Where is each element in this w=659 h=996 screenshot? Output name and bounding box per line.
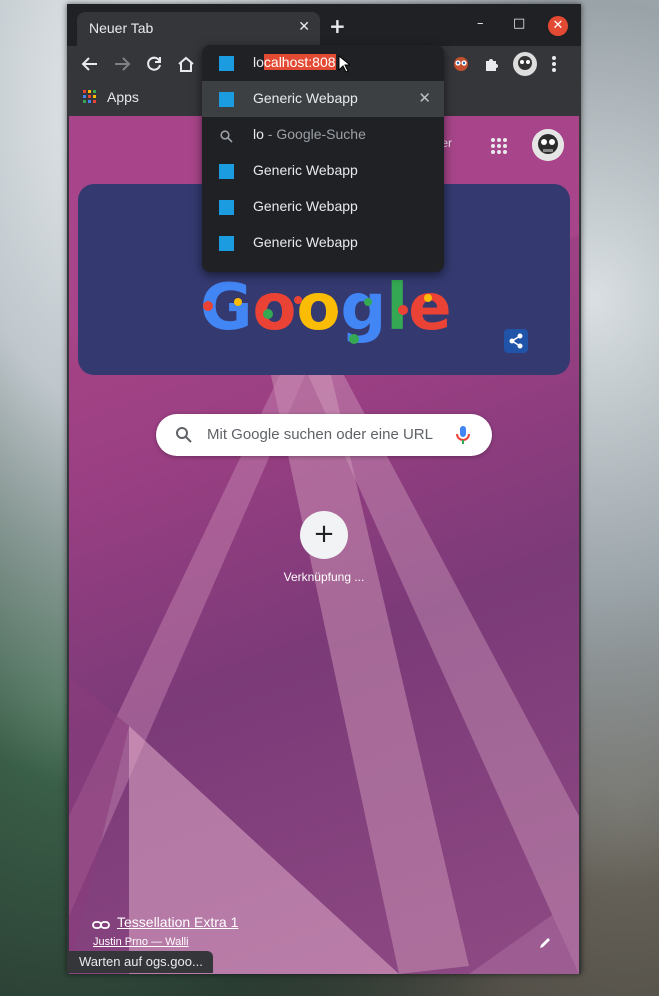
maximize-button[interactable]: □ — [513, 16, 525, 31]
menu-kebab-icon[interactable] — [551, 55, 557, 78]
account-avatar[interactable] — [532, 129, 564, 161]
background-credit-link[interactable]: Justin Prno — Walli — [93, 936, 189, 948]
link-icon — [92, 916, 110, 935]
site-favicon-icon — [219, 92, 234, 107]
suggestion-item[interactable]: Generic Webapp — [202, 225, 444, 261]
extensions-puzzle-icon[interactable] — [483, 55, 501, 78]
omnibox-dropdown: localhost:808 Generic Webapp ✕ lo - Goog… — [202, 45, 444, 272]
voice-search-icon[interactable] — [456, 425, 470, 449]
site-favicon-icon — [219, 56, 234, 71]
suggestion-item[interactable]: Generic Webapp — [202, 189, 444, 225]
remove-suggestion-icon[interactable]: ✕ — [418, 89, 431, 107]
profile-avatar-icon[interactable] — [513, 52, 537, 81]
suggestion-title: Generic Webapp — [253, 162, 358, 178]
suggestion-title: Generic Webapp — [253, 234, 358, 250]
forward-icon[interactable] — [113, 55, 131, 78]
site-favicon-icon — [219, 200, 234, 215]
reload-icon[interactable] — [145, 55, 163, 78]
google-apps-icon[interactable] — [491, 138, 507, 154]
apps-bookmark[interactable]: Apps — [107, 89, 139, 105]
ntp-search-box[interactable]: Mit Google suchen oder eine URL — [156, 414, 492, 456]
suggestion-title: lo - Google-Suche — [253, 126, 366, 142]
extension-owl-icon[interactable] — [451, 54, 471, 79]
search-icon — [220, 128, 233, 147]
site-favicon-icon — [219, 236, 234, 251]
back-icon[interactable] — [81, 55, 99, 78]
suggestion-item[interactable]: lo - Google-Suche — [202, 117, 444, 153]
suggestion-item[interactable]: Generic Webapp ✕ — [202, 81, 444, 117]
new-tab-button[interactable]: + — [329, 14, 346, 38]
omnibox-input-row[interactable]: localhost:808 — [202, 45, 444, 81]
search-placeholder: Mit Google suchen oder eine URL — [207, 426, 433, 443]
mouse-cursor-icon — [338, 54, 352, 77]
status-bubble: Warten auf ogs.goo... — [69, 951, 213, 973]
omnibox-input[interactable]: localhost:808 — [253, 54, 336, 70]
svg-text:Google: Google — [200, 271, 452, 345]
apps-grid-icon[interactable] — [83, 90, 96, 103]
customize-pencil-icon[interactable] — [538, 935, 552, 954]
tab-new-tab[interactable]: Neuer Tab ✕ — [77, 12, 320, 46]
suggestion-title: Generic Webapp — [253, 198, 358, 214]
plus-icon: + — [313, 519, 335, 549]
suggestion-item[interactable]: Generic Webapp — [202, 153, 444, 189]
site-favicon-icon — [219, 164, 234, 179]
home-icon[interactable] — [177, 55, 195, 78]
tab-strip: Neuer Tab ✕ + – □ ✕ — [67, 4, 581, 46]
share-icon[interactable] — [504, 329, 528, 353]
browser-window: Neuer Tab ✕ + – □ ✕ Apps Google Mit Goog… — [67, 4, 581, 974]
search-icon — [175, 426, 193, 448]
background-title-link[interactable]: Tessellation Extra 1 — [117, 914, 238, 930]
add-shortcut-label: Verknüpfung ... — [283, 570, 365, 584]
tab-title: Neuer Tab — [89, 20, 154, 36]
tab-close-icon[interactable]: ✕ — [298, 19, 310, 35]
suggestion-title: Generic Webapp — [253, 90, 358, 106]
autocomplete-selection: calhost:808 — [263, 54, 336, 70]
close-window-button[interactable]: ✕ — [548, 16, 568, 36]
add-shortcut-button[interactable]: + — [300, 511, 348, 559]
minimize-button[interactable]: – — [477, 16, 484, 31]
